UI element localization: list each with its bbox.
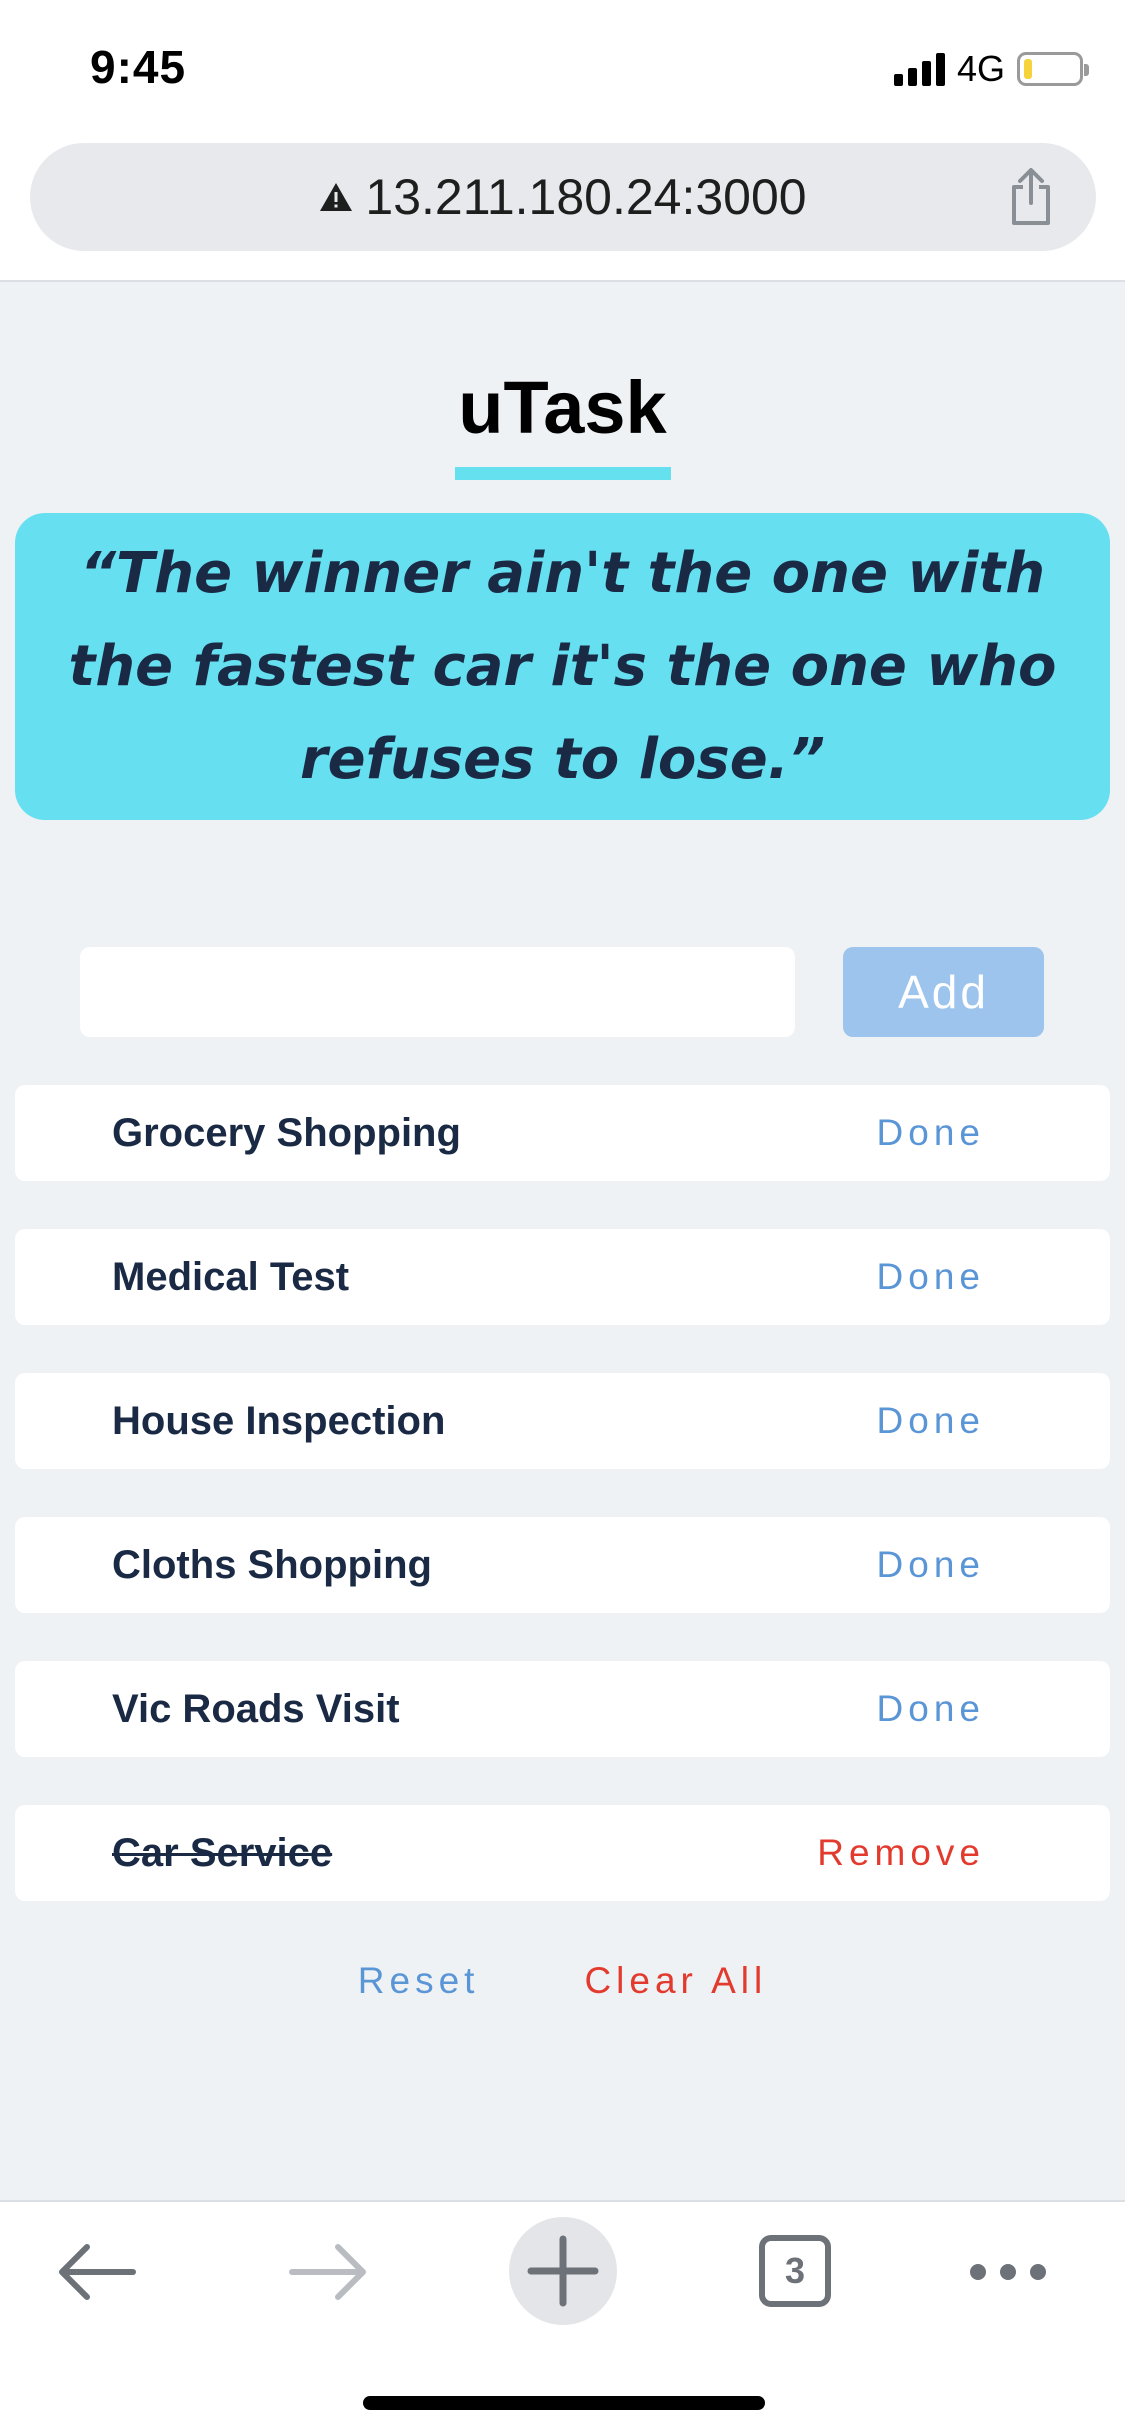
status-indicators: 4G [893,48,1089,90]
task-label: Grocery Shopping [112,1111,461,1155]
done-button[interactable]: Done [877,1517,985,1613]
task-list: Grocery Shopping Done Medical Test Done … [15,1085,1110,1949]
task-row: Medical Test Done [15,1229,1110,1325]
title-underline [455,467,671,480]
add-button[interactable]: Add [843,947,1044,1037]
status-bar: 9:45 4G [0,0,1125,140]
battery-icon [1017,52,1089,86]
task-row-completed: Car Service Remove [15,1805,1110,1901]
new-tab-button[interactable] [509,2217,617,2325]
network-type: 4G [956,48,1005,89]
done-button[interactable]: Done [877,1373,985,1469]
remove-button[interactable]: Remove [817,1805,985,1901]
cellular-signal-icon [893,52,945,86]
url-bar[interactable]: 13.211.180.24:3000 [30,143,1096,251]
forward-arrow-icon[interactable] [268,2222,388,2322]
task-label-completed: Car Service [112,1831,333,1875]
task-row: Vic Roads Visit Done [15,1661,1110,1757]
done-button[interactable]: Done [877,1229,985,1325]
task-input[interactable] [80,947,795,1037]
task-row: Grocery Shopping Done [15,1085,1110,1181]
task-label: Vic Roads Visit [112,1687,400,1731]
task-label: Medical Test [112,1255,350,1299]
more-options-icon[interactable] [948,2222,1068,2322]
warning-icon [320,183,353,211]
task-label: Cloths Shopping [112,1543,432,1587]
reset-button[interactable]: Reset [358,1960,480,2002]
browser-divider [0,280,1125,282]
share-icon[interactable] [1006,167,1056,227]
home-indicator[interactable] [363,2396,765,2410]
url-text: 13.211.180.24:3000 [365,169,807,225]
quote-text: “The winner ain't the one with the faste… [68,541,1057,792]
app-title: uTask [458,366,667,449]
status-time: 9:45 [90,41,187,93]
footer-actions: Reset Clear All [0,1960,1125,2002]
back-arrow-icon[interactable] [37,2222,157,2322]
tabs-button[interactable]: 3 [735,2222,855,2322]
done-button[interactable]: Done [877,1661,985,1757]
task-row: House Inspection Done [15,1373,1110,1469]
tab-count: 3 [784,2250,806,2291]
plus-icon [527,2235,599,2307]
clear-all-button[interactable]: Clear All [584,1960,767,2002]
task-row: Cloths Shopping Done [15,1517,1110,1613]
task-label: House Inspection [112,1399,446,1443]
quote-box: “The winner ain't the one with the faste… [15,513,1110,820]
done-button[interactable]: Done [877,1085,985,1181]
